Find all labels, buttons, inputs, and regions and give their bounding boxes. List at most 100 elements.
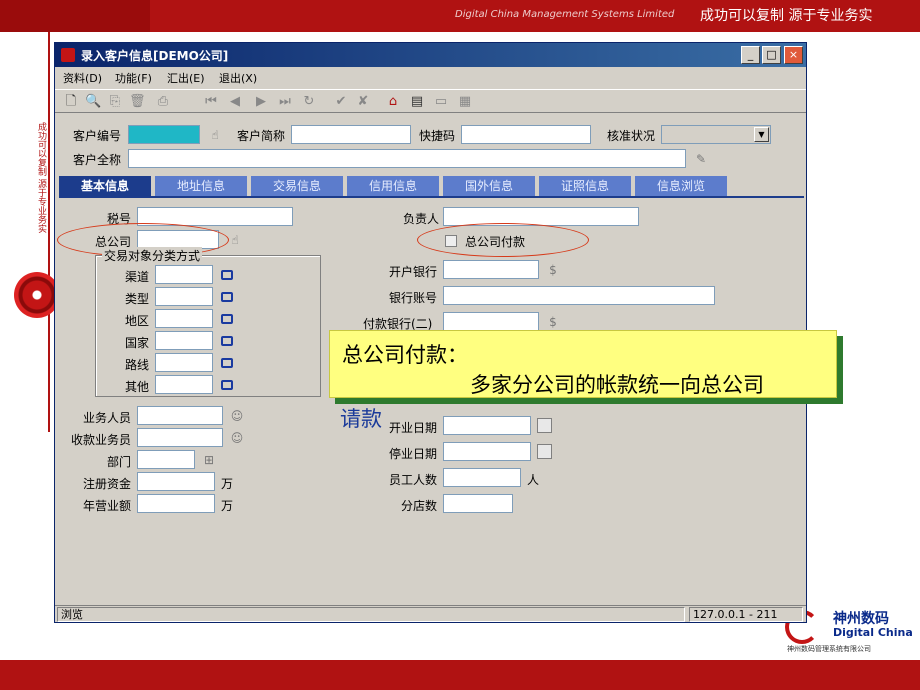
link-icon[interactable]: [221, 380, 233, 390]
title-bar[interactable]: 录入客户信息[DEMO公司] _ □ ×: [55, 43, 806, 67]
link-icon[interactable]: [221, 336, 233, 346]
other-input[interactable]: [155, 375, 213, 394]
delete-icon[interactable]: 🗑: [129, 94, 146, 110]
logo-company-name: 神州数码管理系统有限公司: [787, 645, 871, 653]
link-icon[interactable]: [221, 270, 233, 280]
bank-input[interactable]: [443, 260, 539, 279]
collector-input[interactable]: [137, 428, 223, 447]
country-input[interactable]: [155, 331, 213, 350]
tab-license-info[interactable]: 证照信息: [539, 176, 633, 196]
open-date-input[interactable]: [443, 416, 531, 435]
full-name-label: 客户全称: [73, 153, 122, 167]
minimize-button[interactable]: _: [741, 46, 760, 64]
employees-label: 员工人数: [389, 473, 438, 487]
lookup-icon[interactable]: ☝: [207, 127, 223, 143]
tab-info-browse[interactable]: 信息浏览: [635, 176, 729, 196]
short-name-input[interactable]: [291, 125, 411, 144]
callout-overflow-text: 请款: [340, 407, 382, 431]
branches-label: 分店数: [401, 499, 438, 513]
route-input[interactable]: [155, 353, 213, 372]
approval-label: 核准状况: [607, 129, 656, 143]
refresh-icon[interactable]: ↻: [301, 94, 317, 110]
reg-capital-label: 注册资金: [83, 477, 132, 491]
slide-left-strip: 成功可以复制 源于专业务实: [34, 32, 50, 432]
region-label: 地区: [125, 314, 150, 328]
approval-select[interactable]: ▼: [661, 125, 771, 144]
employees-input[interactable]: [443, 468, 521, 487]
quick-code-input[interactable]: [461, 125, 591, 144]
open-date-label: 开业日期: [389, 421, 438, 435]
close-button[interactable]: ×: [784, 46, 803, 64]
link-icon[interactable]: [221, 358, 233, 368]
channel-input[interactable]: [155, 265, 213, 284]
pay-bank-input[interactable]: [443, 312, 539, 331]
bank-account-label: 银行账号: [389, 291, 438, 305]
close-date-input[interactable]: [443, 442, 531, 461]
type-input[interactable]: [155, 287, 213, 306]
slogan-chinese: 成功可以复制 源于专业务实: [700, 8, 873, 24]
trade-group-title: 交易对象分类方式: [102, 247, 203, 264]
report-icon[interactable]: ▦: [457, 94, 473, 110]
reg-capital-input[interactable]: [137, 472, 215, 491]
org-tree-icon[interactable]: ⊞: [201, 452, 217, 468]
last-icon[interactable]: ⏭: [277, 94, 293, 110]
link-icon[interactable]: [221, 292, 233, 302]
menu-export[interactable]: 汇出(E): [167, 70, 205, 86]
route-label: 路线: [125, 358, 150, 372]
new-icon[interactable]: 🗋: [63, 94, 79, 110]
maximize-button[interactable]: □: [762, 46, 781, 64]
person-icon[interactable]: ☺: [229, 408, 245, 424]
menu-exit[interactable]: 退出(X): [219, 70, 257, 86]
next-icon[interactable]: ▶: [253, 94, 269, 110]
tab-strip: 基本信息 地址信息 交易信息 信用信息 国外信息 证照信息 信息浏览: [59, 176, 804, 196]
chevron-down-icon[interactable]: ▼: [754, 127, 769, 142]
branches-input[interactable]: [443, 494, 513, 513]
tab-trade-info[interactable]: 交易信息: [251, 176, 345, 196]
menu-function[interactable]: 功能(F): [115, 70, 152, 86]
link-icon[interactable]: [221, 314, 233, 324]
department-input[interactable]: [137, 450, 195, 469]
slogan-english: Digital China Management Systems Limited: [455, 9, 675, 20]
prev-icon[interactable]: ◀: [227, 94, 243, 110]
app-icon: [61, 48, 75, 62]
calendar-icon[interactable]: [537, 418, 552, 433]
tab-credit-info[interactable]: 信用信息: [347, 176, 441, 196]
status-bar: 浏览 127.0.0.1 - 211: [55, 605, 806, 623]
calendar-icon[interactable]: [537, 444, 552, 459]
person-icon[interactable]: ☺: [229, 430, 245, 446]
tab-underline: [59, 196, 804, 198]
reg-capital-unit: 万: [221, 477, 234, 491]
menu-data[interactable]: 资料(D): [63, 70, 102, 86]
copy-icon[interactable]: ⎘: [107, 94, 123, 110]
customer-code-input[interactable]: [128, 125, 200, 144]
other-label: 其他: [125, 380, 150, 394]
cancel-icon[interactable]: ✘: [355, 94, 371, 110]
tab-foreign-info[interactable]: 国外信息: [443, 176, 537, 196]
edit-note-icon[interactable]: ✎: [693, 151, 709, 167]
annual-sales-unit: 万: [221, 499, 234, 513]
bank-lookup-icon[interactable]: $: [545, 262, 561, 278]
preview-icon[interactable]: 🔍: [85, 94, 101, 110]
card-icon[interactable]: ▭: [433, 94, 449, 110]
attach-icon[interactable]: ▤: [409, 94, 425, 110]
full-name-input[interactable]: [128, 149, 686, 168]
bank-lookup-icon[interactable]: $: [545, 314, 561, 330]
lookup-icon[interactable]: ☝: [227, 232, 243, 248]
confirm-icon[interactable]: ✔: [333, 94, 349, 110]
home-icon[interactable]: ⌂: [385, 94, 401, 110]
customer-code-label: 客户编号: [73, 129, 122, 143]
first-icon[interactable]: ⏮: [203, 94, 219, 110]
side-calligraphy: 成功可以复制 源于专业务实: [36, 122, 46, 233]
bank-account-input[interactable]: [443, 286, 715, 305]
toolbar: 🗋 🔍 ⎘ 🗑 ⎙ ⏮ ◀ ▶ ⏭ ↻ ✔ ✘ ⌂ ▤ ▭ ▦: [55, 89, 806, 113]
tab-address-info[interactable]: 地址信息: [155, 176, 249, 196]
type-label: 类型: [125, 292, 150, 306]
tab-basic-info[interactable]: 基本信息: [59, 176, 153, 196]
region-input[interactable]: [155, 309, 213, 328]
salesperson-input[interactable]: [137, 406, 223, 425]
logo-english: Digital China: [833, 626, 913, 639]
print-icon[interactable]: ⎙: [155, 94, 171, 110]
slide-top-banner: Digital China Management Systems Limited…: [0, 0, 920, 32]
collector-label: 收款业务员: [71, 433, 132, 447]
annual-sales-input[interactable]: [137, 494, 215, 513]
